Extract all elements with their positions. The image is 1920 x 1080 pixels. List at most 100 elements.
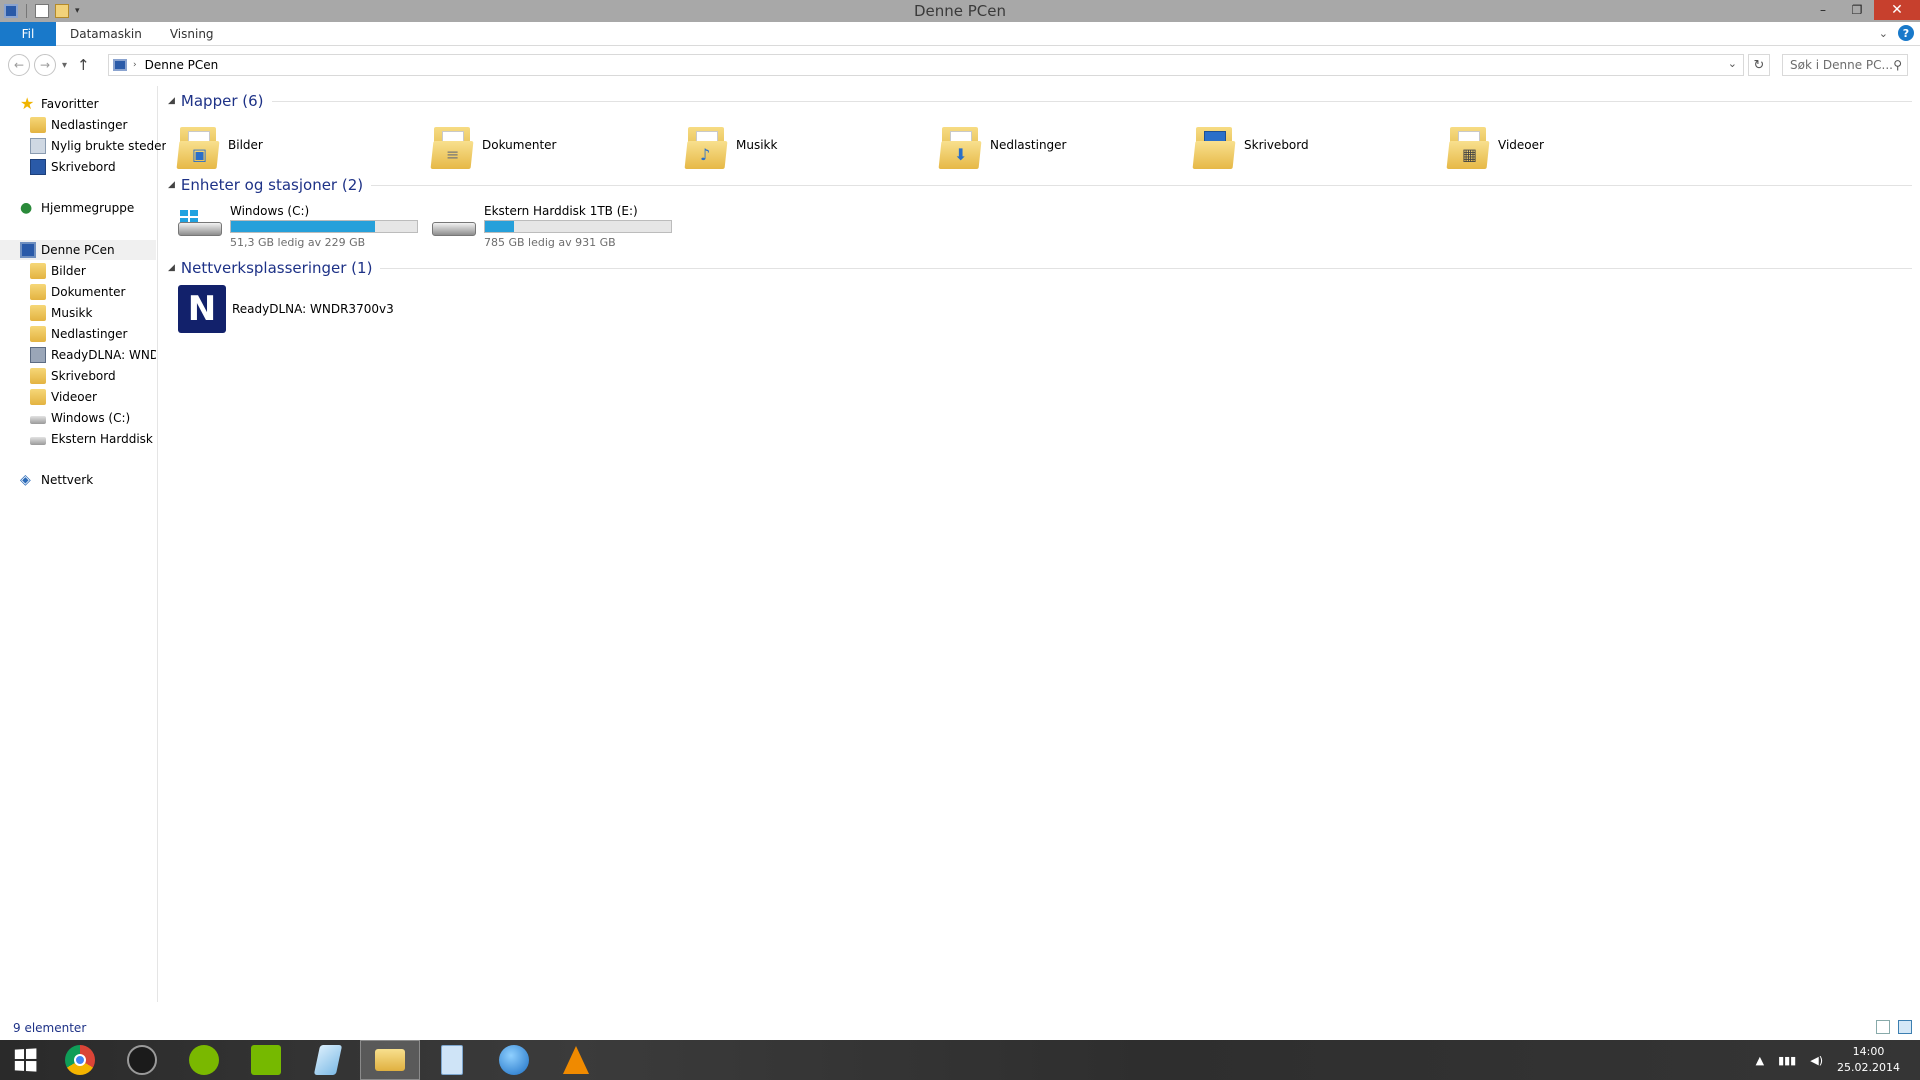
folder-item[interactable]: ⬇ Nedlastinger — [938, 118, 1190, 172]
nav-label: Videoer — [51, 390, 97, 404]
search-input[interactable]: Søk i Denne PC... ⚲ — [1782, 54, 1908, 76]
new-folder-icon[interactable] — [55, 4, 69, 18]
group-title: Mapper (6) — [180, 92, 264, 110]
folder-item[interactable]: ♪ Musikk — [684, 118, 936, 172]
nav-label: Bilder — [51, 264, 86, 278]
group-header-folders[interactable]: ◢ Mapper (6) — [168, 92, 1912, 110]
address-history-chevron-icon[interactable]: ⌄ — [1728, 57, 1737, 70]
divider — [26, 4, 27, 18]
network-signal-icon[interactable]: ▮▮▮ — [1778, 1054, 1796, 1067]
tiles-view-icon[interactable] — [1898, 1020, 1912, 1034]
nav-item-downloads[interactable]: Nedlastinger — [30, 115, 128, 135]
breadcrumb[interactable]: Denne PCen — [145, 58, 219, 72]
drive-item[interactable]: Windows (C:) 51,3 GB ledig av 229 GB — [178, 204, 428, 252]
nav-item-documents[interactable]: Dokumenter — [30, 282, 156, 302]
music-folder-icon — [30, 305, 46, 321]
taskbar-app-spotify[interactable] — [174, 1040, 234, 1080]
customize-qat-chevron-icon[interactable]: ▾ — [75, 6, 80, 16]
volume-icon[interactable]: ◀) — [1810, 1054, 1823, 1067]
nav-label: Skrivebord — [51, 369, 116, 383]
nav-label: Nylig brukte steder — [51, 139, 167, 153]
window-title: Denne PCen — [913, 2, 1007, 20]
nav-item-drive-e[interactable]: Ekstern Harddisk 1TB (E:) — [30, 429, 156, 449]
taskbar-app-globe[interactable] — [484, 1040, 544, 1080]
nav-item-desktop[interactable]: Skrivebord — [30, 157, 116, 177]
nav-this-pc[interactable]: Denne PCen — [0, 240, 156, 260]
folder-label: Bilder — [228, 138, 263, 152]
properties-icon[interactable] — [35, 4, 49, 18]
nav-item-recent-places[interactable]: Nylig brukte steder — [30, 136, 166, 156]
up-button[interactable]: ↑ — [77, 56, 90, 74]
drive-usage-bar — [484, 220, 672, 233]
details-view-icon[interactable] — [1876, 1020, 1890, 1034]
collapse-triangle-icon[interactable]: ◢ — [168, 96, 175, 106]
show-hidden-icons-chevron-icon[interactable]: ▲ — [1756, 1054, 1764, 1067]
nav-label: Skrivebord — [51, 160, 116, 174]
nav-item-music[interactable]: Musikk — [30, 303, 156, 323]
globe-icon — [499, 1045, 529, 1075]
divider — [371, 184, 1912, 186]
network-icon: ◈ — [20, 472, 31, 488]
recent-locations-chevron-icon[interactable]: ▾ — [62, 60, 67, 71]
folder-item[interactable]: ▣ Bilder — [176, 118, 428, 172]
windows-logo-icon — [14, 1048, 37, 1072]
drive-size-text: 785 GB ledig av 931 GB — [484, 236, 616, 249]
group-header-network[interactable]: ◢ Nettverksplasseringer (1) — [168, 259, 1912, 277]
collapse-triangle-icon[interactable]: ◢ — [168, 180, 175, 190]
nav-item-downloads-pc[interactable]: Nedlastinger — [30, 324, 156, 344]
refresh-button[interactable]: ↻ — [1748, 54, 1770, 76]
nav-item-desktop-pc[interactable]: Skrivebord — [30, 366, 156, 386]
group-header-drives[interactable]: ◢ Enheter og stasjoner (2) — [168, 176, 1912, 194]
expand-ribbon-chevron-icon[interactable]: ⌄ — [1879, 27, 1888, 40]
close-button[interactable]: ✕ — [1874, 0, 1920, 20]
taskbar-app-vlc[interactable] — [546, 1040, 606, 1080]
nav-item-videos[interactable]: Videoer — [30, 387, 156, 407]
taskbar-app-calculator[interactable] — [422, 1040, 482, 1080]
help-icon[interactable]: ? — [1898, 25, 1914, 41]
downloads-folder-icon: ⬇ — [938, 121, 982, 169]
breadcrumb-separator-icon[interactable]: › — [133, 60, 137, 70]
nav-item-pictures[interactable]: Bilder — [30, 261, 156, 281]
collapse-triangle-icon[interactable]: ◢ — [168, 263, 175, 273]
taskbar-app-file-explorer[interactable] — [360, 1040, 420, 1080]
search-icon: ⚲ — [1893, 58, 1902, 72]
folder-item[interactable]: ▦ Videoer — [1446, 118, 1698, 172]
drive-usage-fill — [485, 221, 515, 232]
taskbar-app-nvidia[interactable] — [236, 1040, 296, 1080]
drive-item[interactable]: Ekstern Harddisk 1TB (E:) 785 GB ledig a… — [432, 204, 682, 252]
nav-favorites[interactable]: ★ Favoritter — [20, 94, 99, 114]
minimize-button[interactable]: – — [1806, 0, 1840, 20]
nav-network[interactable]: ◈ Nettverk — [20, 470, 93, 490]
forward-button[interactable]: → — [34, 54, 56, 76]
tab-computer[interactable]: Datamaskin — [56, 22, 156, 46]
star-icon: ★ — [20, 94, 35, 113]
nav-label: Nedlastinger — [51, 327, 128, 341]
nav-item-readydlna[interactable]: ReadyDLNA: WNDR3700v3 — [30, 345, 156, 365]
address-bar[interactable]: › Denne PCen ⌄ — [108, 54, 1744, 76]
videos-folder-icon: ▦ — [1446, 121, 1490, 169]
nav-label: ReadyDLNA: WNDR3700v3 — [51, 348, 156, 362]
taskbar-app-steam[interactable] — [112, 1040, 172, 1080]
network-location-item[interactable]: N ReadyDLNA: WNDR3700v3 — [178, 284, 428, 334]
folder-label: Dokumenter — [482, 138, 557, 152]
steam-icon — [127, 1045, 157, 1075]
start-button[interactable] — [0, 1040, 50, 1080]
back-button[interactable]: ← — [8, 54, 30, 76]
nav-item-drive-c[interactable]: Windows (C:) — [30, 408, 156, 428]
pc-icon[interactable] — [4, 4, 18, 18]
taskbar-app-notepad[interactable] — [298, 1040, 358, 1080]
folder-label: Skrivebord — [1244, 138, 1309, 152]
clock[interactable]: 14:00 25.02.2014 — [1837, 1044, 1900, 1076]
taskbar-app-chrome[interactable] — [50, 1040, 110, 1080]
pictures-folder-icon — [30, 263, 46, 279]
item-count: 9 elementer — [13, 1021, 87, 1035]
nav-label: Musikk — [51, 306, 93, 320]
navigation-bar: ← → ▾ ↑ › Denne PCen ⌄ ↻ Søk i Denne PC.… — [0, 50, 1920, 80]
desktop-icon — [30, 159, 46, 175]
tab-view[interactable]: Visning — [156, 22, 228, 46]
restore-button[interactable]: ❐ — [1840, 0, 1874, 20]
nav-homegroup[interactable]: ● Hjemmegruppe — [20, 198, 134, 218]
folder-item[interactable]: ≡ Dokumenter — [430, 118, 682, 172]
tab-file[interactable]: Fil — [0, 21, 56, 46]
folder-item[interactable]: Skrivebord — [1192, 118, 1444, 172]
